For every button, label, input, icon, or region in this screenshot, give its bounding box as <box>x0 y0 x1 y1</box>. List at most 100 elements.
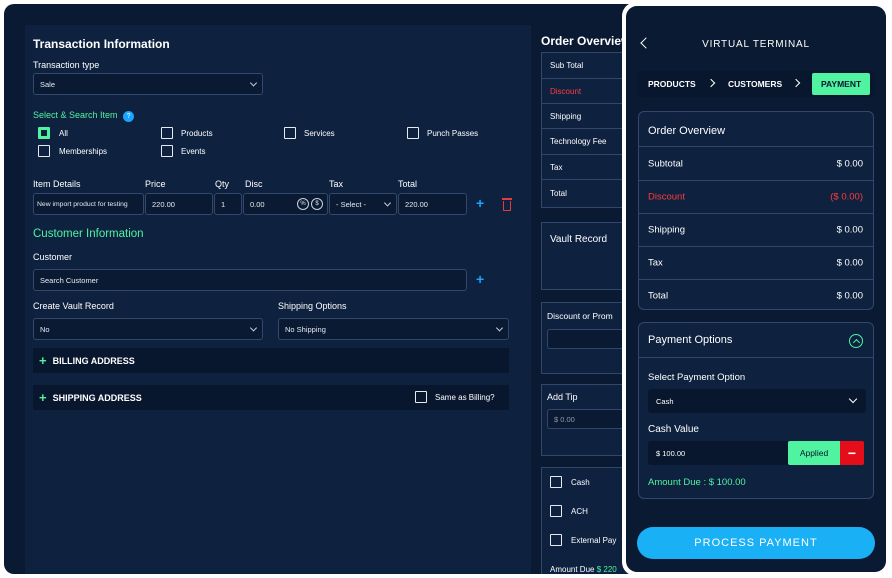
step-payment[interactable]: PAYMENT <box>812 73 871 95</box>
chevron-down-icon <box>383 199 392 207</box>
checkbox-punch-passes-label: Punch Passes <box>427 129 479 138</box>
billing-address-toggle[interactable]: + BILLING ADDRESS <box>33 348 509 373</box>
trash-icon[interactable] <box>502 198 512 211</box>
select-search-label: Select & Search Item ? <box>33 110 135 122</box>
ov-bg-row: Technology Fee <box>542 129 630 155</box>
chevron-down-icon <box>848 394 858 404</box>
order-overview-bg-table: Sub Total Discount Shipping Technology F… <box>541 52 631 208</box>
add-tip-bg-box: Add Tip $ 0.00 <box>541 384 637 456</box>
ach-label: ACH <box>571 507 588 516</box>
checkbox-punch-passes[interactable] <box>407 127 419 139</box>
amount-due-bg: Amount Due $ 220 <box>550 565 617 574</box>
discount-promo-bg-title: Discount or Prom <box>547 311 613 321</box>
step-products[interactable]: PRODUCTS <box>648 71 696 97</box>
step-breadcrumb: PRODUCTS CUSTOMERS PAYMENT <box>638 71 874 97</box>
summary-row-discount: Discount ($ 0.00) <box>639 180 873 213</box>
vault-value: No <box>40 324 50 334</box>
item-details-input[interactable]: New import product for testing <box>33 193 144 215</box>
transaction-type-value: Sale <box>40 79 56 89</box>
cash-label: Cash <box>571 478 590 487</box>
checkbox-services[interactable] <box>284 127 296 139</box>
checkbox-products[interactable] <box>161 127 173 139</box>
virtual-terminal-modal: VIRTUAL TERMINAL PRODUCTS CUSTOMERS PAYM… <box>622 2 890 576</box>
payment-option-value: Cash <box>656 396 674 406</box>
transaction-type-select[interactable]: Sale <box>33 73 263 95</box>
transaction-panel: Transaction Information Transaction type… <box>25 25 531 574</box>
checkbox-products-label: Products <box>181 129 213 138</box>
summary-row-tax: Tax $ 0.00 <box>639 246 873 279</box>
add-item-icon[interactable]: + <box>476 195 484 211</box>
item-price-input[interactable]: 220.00 <box>145 193 213 215</box>
cash-value-label: Cash Value <box>648 424 699 435</box>
ach-checkbox[interactable] <box>550 505 562 517</box>
external-pay-checkbox[interactable] <box>550 534 562 546</box>
same-as-billing-checkbox[interactable] <box>415 391 427 403</box>
chevron-down-icon <box>249 79 258 87</box>
payment-method-bg-box: Cash ACH External Pay Amount Due $ 220 <box>541 467 631 574</box>
header-tax: Tax <box>329 179 344 189</box>
amount-due-label: Amount Due : $ 100.00 <box>648 477 746 488</box>
cash-checkbox[interactable] <box>550 476 562 488</box>
header-item-details: Item Details <box>33 179 81 189</box>
item-tax-value: - Select - <box>336 199 367 209</box>
chevron-up-icon[interactable] <box>849 334 863 348</box>
checkbox-events[interactable] <box>161 145 173 157</box>
add-customer-icon[interactable]: + <box>476 271 484 287</box>
summary-row-total: Total $ 0.00 <box>639 279 873 309</box>
info-icon[interactable]: ? <box>123 111 135 122</box>
checkbox-events-label: Events <box>181 147 206 156</box>
checkbox-memberships[interactable] <box>38 145 50 157</box>
ov-bg-row: Total <box>550 189 567 198</box>
process-payment-button[interactable]: PROCESS PAYMENT <box>637 527 875 559</box>
summary-row-shipping: Shipping $ 0.00 <box>639 213 873 246</box>
chevron-down-icon <box>249 324 258 332</box>
order-overview-card: Order Overview Subtotal $ 0.00 Discount ($… <box>638 111 874 310</box>
add-tip-bg-title: Add Tip <box>547 392 578 402</box>
plus-icon: + <box>39 353 47 368</box>
summary-row-subtotal: Subtotal $ 0.00 <box>639 146 873 180</box>
ov-bg-row: Discount <box>542 79 630 104</box>
item-qty-input[interactable]: 1 <box>214 193 242 215</box>
vault-record-bg-box: Vault Record <box>541 222 631 290</box>
payment-option-select[interactable]: Cash <box>648 389 866 413</box>
search-customer-input[interactable]: Search Customer <box>33 269 467 291</box>
vault-record-bg-title: Vault Record <box>550 234 608 245</box>
checkbox-memberships-label: Memberships <box>59 147 108 156</box>
vault-select[interactable]: No <box>33 318 263 340</box>
header-qty: Qty <box>215 179 230 189</box>
header-disc: Disc <box>245 179 263 189</box>
item-disc-value: 0.00 <box>250 199 265 209</box>
ov-bg-row: Shipping <box>542 104 630 129</box>
select-payment-label: Select Payment Option <box>648 372 746 383</box>
customer-label: Customer <box>33 252 73 262</box>
billing-address-label: BILLING ADDRESS <box>52 355 135 366</box>
header-price: Price <box>145 179 166 189</box>
chevron-down-icon <box>495 324 504 332</box>
terminal-title: VIRTUAL TERMINAL <box>702 39 810 50</box>
shipping-options-label: Shipping Options <box>278 301 347 311</box>
item-tax-select[interactable]: - Select - <box>329 193 397 215</box>
header-total: Total <box>398 179 418 189</box>
transaction-type-label: Transaction type <box>33 60 100 70</box>
external-pay-label: External Pay <box>571 536 617 545</box>
remove-cash-button[interactable]: − <box>840 441 864 465</box>
transaction-title: Transaction Information <box>33 37 170 51</box>
checkbox-all-label: All <box>59 129 68 138</box>
ov-bg-row: Sub Total <box>542 53 630 79</box>
plus-icon: + <box>39 390 47 405</box>
same-as-billing-label: Same as Billing? <box>435 393 495 402</box>
percent-icon[interactable]: % <box>297 198 309 210</box>
item-total-input: 220.00 <box>398 193 467 215</box>
applied-button[interactable]: Applied <box>788 441 840 465</box>
checkbox-all[interactable] <box>38 127 50 139</box>
payment-options-card: Payment Options Select Payment Option Ca… <box>638 322 874 499</box>
dollar-icon[interactable]: $ <box>311 198 323 210</box>
vault-label: Create Vault Record <box>33 301 114 311</box>
chevron-right-icon <box>791 78 801 88</box>
step-customers[interactable]: CUSTOMERS <box>728 71 782 97</box>
order-overview-title: Order Overview <box>648 125 726 137</box>
payment-options-title: Payment Options <box>648 334 733 346</box>
checkbox-services-label: Services <box>304 129 335 138</box>
cash-value-input[interactable]: $ 100.00 <box>648 441 789 465</box>
shipping-options-select[interactable]: No Shipping <box>278 318 509 340</box>
